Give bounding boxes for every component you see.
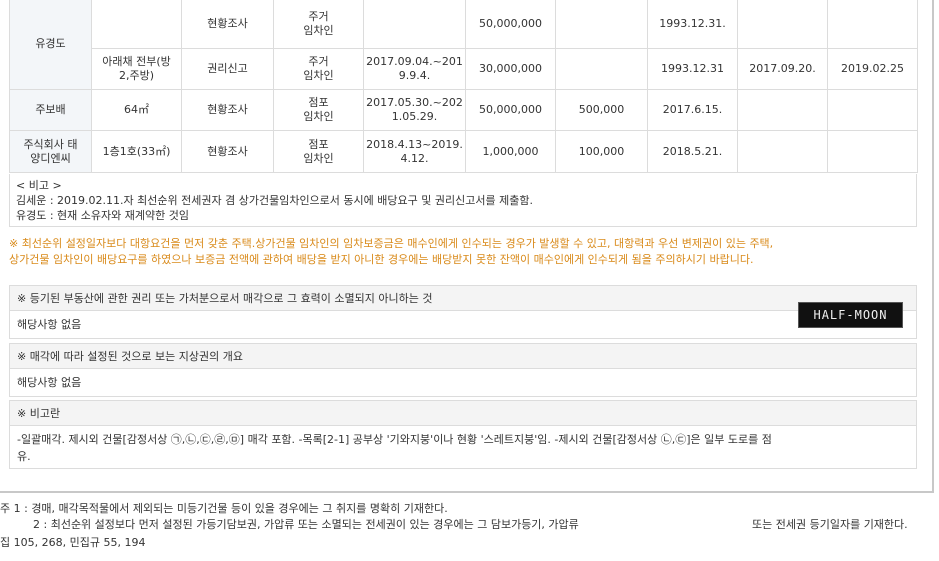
deposit-cell: 50,000,000 xyxy=(465,89,556,131)
remarks-box: < 비고 > 김세운 : 2019.02.11.자 최선순위 전세권자 겸 상가… xyxy=(9,174,917,227)
deposit-cell: 1,000,000 xyxy=(465,130,556,173)
rent-cell: 100,000 xyxy=(555,130,648,173)
occupancy-type-cell: 점포 임차인 xyxy=(273,130,364,173)
table-row: 유경도 현황조사 주거 임차인 50,000,000 1993.12.31. xyxy=(9,0,918,90)
section-body: 해당사항 없음 xyxy=(17,318,82,331)
half-moon-logo: HALF-MOON xyxy=(798,302,903,328)
source-cell: 권리신고 xyxy=(181,48,274,90)
footnote-1: 주 1 : 경매, 매각목적물에서 제외되는 미등기건물 등이 있을 경우에는 … xyxy=(0,502,448,515)
table-row: 아래채 전부(방 2,주방) 권리신고 주거 임차인 2017.09.04.~2… xyxy=(10,48,918,90)
remarks-column-section: ※ 비고란 -일괄매각. 제시외 건물[감정서상 ㉠,㉡,㉢,㉣,㉤] 매각 포… xyxy=(9,400,917,469)
occupancy-type-cell: 점포 임차인 xyxy=(273,89,364,131)
move-in-date-cell: 2018.5.21. xyxy=(647,130,738,173)
lease-period-cell: 2018.4.13~2019. 4.12. xyxy=(363,130,466,173)
claim-date-cell xyxy=(827,89,918,131)
source-cell: 현황조사 xyxy=(181,130,274,173)
tenant-name-cell: 유경도 xyxy=(9,0,92,90)
move-in-date-cell: 1993.12.31 xyxy=(647,48,738,90)
footnote-3: 집 105, 268, 민집규 55, 194 xyxy=(0,536,146,549)
unextinguished-rights-section: ※ 등기된 부동산에 관한 권리 또는 가처분으로서 매각으로 그 효력이 소멸… xyxy=(9,285,917,339)
source-cell: 현황조사 xyxy=(181,0,274,49)
remarks-line: 김세운 : 2019.02.11.자 최선순위 전세권자 겸 상가건물임차인으로… xyxy=(16,194,533,207)
rent-cell xyxy=(555,0,648,49)
location-cell: 64㎡ xyxy=(91,89,182,131)
lease-period-cell: 2017.09.04.~201 9.9.4. xyxy=(363,48,466,90)
section-title: ※ 등기된 부동산에 관한 권리 또는 가처분으로서 매각으로 그 효력이 소멸… xyxy=(10,286,916,311)
claim-date-cell: 2019.02.25 xyxy=(827,48,918,90)
rent-cell xyxy=(555,48,648,90)
section-title: ※ 매각에 따라 설정된 것으로 보는 지상권의 개요 xyxy=(10,344,916,369)
location-cell: 아래채 전부(방 2,주방) xyxy=(91,48,182,90)
section-title: ※ 비고란 xyxy=(10,401,916,426)
fixed-date-cell: 2017.09.20. xyxy=(737,48,828,90)
section-body: -일괄매각. 제시외 건물[감정서상 ㉠,㉡,㉢,㉣,㉤] 매각 포함. -목록… xyxy=(17,433,772,463)
rent-cell: 500,000 xyxy=(555,89,648,131)
remarks-title: < 비고 > xyxy=(16,179,62,192)
document-frame: 유경도 현황조사 주거 임차인 50,000,000 1993.12.31. 아… xyxy=(0,0,939,561)
remarks-line: 유경도 : 현재 소유자와 재계약한 것임 xyxy=(16,209,189,222)
tenant-warning-notice: ※ 최선순위 설정일자보다 대항요건을 먼저 갖춘 주택.상가건물 임차인의 임… xyxy=(9,237,774,266)
move-in-date-cell: 1993.12.31. xyxy=(647,0,738,49)
location-cell: 1층1호(33㎡) xyxy=(91,130,182,173)
occupancy-type-cell: 주거 임차인 xyxy=(273,48,364,90)
occupancy-type-cell: 주거 임차인 xyxy=(273,0,364,49)
source-cell: 현황조사 xyxy=(181,89,274,131)
footnote-2: 2 : 최선순위 설정보다 먼저 설정된 가등기담보권, 가압류 또는 소멸되는… xyxy=(33,518,579,531)
lease-period-cell: 2017.05.30.~202 1.05.29. xyxy=(363,89,466,131)
table-row: 주보배 64㎡ 현황조사 점포 임차인 2017.05.30.~202 1.05… xyxy=(9,89,918,131)
claim-date-cell xyxy=(827,130,918,173)
lease-period-cell xyxy=(363,0,466,49)
section-body: 해당사항 없음 xyxy=(17,376,82,389)
claim-date-cell xyxy=(827,0,918,49)
tenant-name-cell: 주식회사 태 양디엔씨 xyxy=(9,130,92,173)
table-row: 주식회사 태 양디엔씨 1층1호(33㎡) 현황조사 점포 임차인 2018.4… xyxy=(9,130,918,173)
fixed-date-cell xyxy=(737,130,828,173)
tenant-name-cell: 주보배 xyxy=(9,89,92,131)
tenant-table: 유경도 현황조사 주거 임차인 50,000,000 1993.12.31. 아… xyxy=(9,0,918,173)
fixed-date-cell xyxy=(737,0,828,49)
location-cell xyxy=(91,0,182,49)
document-panel: 유경도 현황조사 주거 임차인 50,000,000 1993.12.31. 아… xyxy=(0,0,934,493)
footnote-2-continued: 또는 전세권 등기일자를 기재한다. xyxy=(752,518,908,531)
move-in-date-cell: 2017.6.15. xyxy=(647,89,738,131)
deposit-cell: 30,000,000 xyxy=(465,48,556,90)
fixed-date-cell xyxy=(737,89,828,131)
deposit-cell: 50,000,000 xyxy=(465,0,556,49)
surface-rights-section: ※ 매각에 따라 설정된 것으로 보는 지상권의 개요 해당사항 없음 xyxy=(9,343,917,397)
